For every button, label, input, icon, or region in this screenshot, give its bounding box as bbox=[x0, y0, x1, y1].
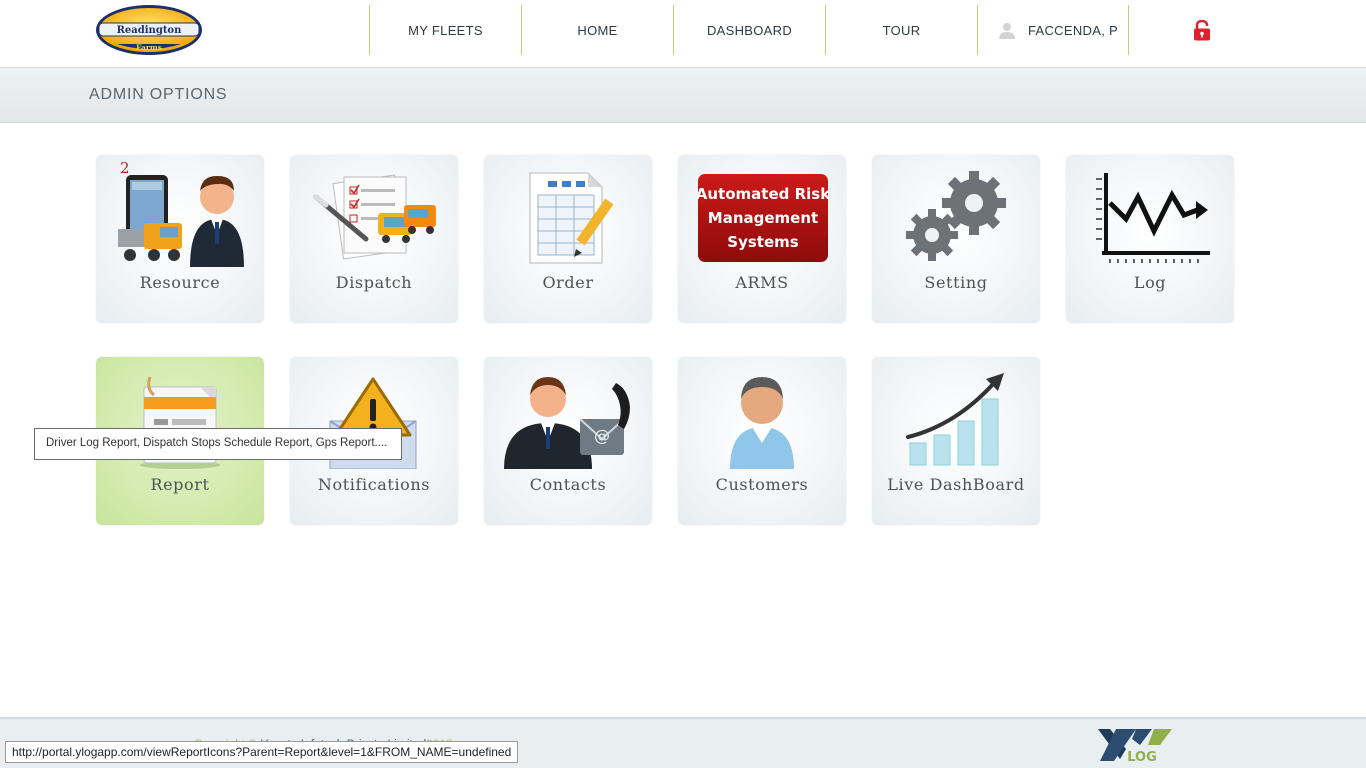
tile-arms[interactable]: Automated Risk Management Systems ARMS bbox=[678, 155, 846, 323]
tile-label-notifications: Notifications bbox=[317, 475, 431, 494]
tile-dispatch[interactable]: Dispatch bbox=[290, 155, 458, 323]
tile-label-log: Log bbox=[1133, 273, 1167, 292]
growth-chart-icon bbox=[906, 373, 1004, 466]
contacts-icon: @ bbox=[504, 377, 630, 469]
tile-label-setting: Setting bbox=[924, 273, 988, 292]
resource-badge: 2 bbox=[120, 159, 130, 177]
dispatch-icon bbox=[313, 174, 436, 260]
admin-options-bar: ADMIN OPTIONS bbox=[0, 67, 1366, 123]
customer-person-icon bbox=[730, 377, 794, 469]
user-avatar-icon bbox=[999, 23, 1015, 39]
main-nav: MY FLEETS HOME DASHBOARD TOUR FACCENDA, … bbox=[369, 5, 1129, 55]
tile-order[interactable]: Order bbox=[484, 155, 652, 323]
order-icon bbox=[529, 172, 614, 264]
tile-resource[interactable]: 2 Resource bbox=[96, 155, 264, 323]
ylog-logo[interactable]: LOG bbox=[1096, 725, 1176, 767]
browser-status-url: http://portal.ylogapp.com/viewReportIcon… bbox=[5, 741, 519, 763]
nav-tour[interactable]: TOUR bbox=[825, 5, 977, 55]
nav-my-fleets[interactable]: MY FLEETS bbox=[369, 5, 521, 55]
log-graph-icon bbox=[1096, 173, 1210, 263]
tile-label-customers: Customers bbox=[715, 475, 809, 494]
nav-user-menu[interactable]: FACCENDA, P bbox=[977, 5, 1129, 55]
tile-label-resource: Resource bbox=[139, 273, 221, 292]
arms-banner-line2: Management bbox=[708, 209, 818, 227]
tile-label-contacts: Contacts bbox=[529, 475, 607, 494]
arms-banner-icon: Automated Risk Management Systems bbox=[696, 174, 831, 262]
tile-label-live-dashboard: Live DashBoard bbox=[887, 475, 1025, 494]
ylog-logo-text: LOG bbox=[1127, 750, 1157, 765]
resource-icon bbox=[118, 175, 244, 267]
logo-text-line1: Readington bbox=[117, 25, 182, 36]
readington-farms-logo[interactable]: Readington Farms bbox=[95, 4, 203, 56]
svg-text:@: @ bbox=[594, 426, 610, 445]
tile-label-order: Order bbox=[542, 273, 594, 292]
header: Readington Farms MY FLEETS HOME DASHBOAR… bbox=[0, 0, 1366, 67]
report-tooltip: Driver Log Report, Dispatch Stops Schedu… bbox=[34, 428, 402, 460]
page: Readington Farms MY FLEETS HOME DASHBOAR… bbox=[0, 0, 1366, 768]
user-name: FACCENDA, P bbox=[1028, 22, 1118, 38]
logout-lock-icon[interactable] bbox=[1193, 20, 1211, 41]
tile-label-report: Report bbox=[150, 475, 210, 494]
arms-banner-line1: Automated Risk bbox=[696, 185, 831, 203]
tile-live-dashboard[interactable]: Live DashBoard bbox=[872, 357, 1040, 525]
nav-home[interactable]: HOME bbox=[521, 5, 673, 55]
tile-setting[interactable]: Setting bbox=[872, 155, 1040, 323]
tile-customers[interactable]: Customers bbox=[678, 357, 846, 525]
arms-banner-line3: Systems bbox=[727, 233, 798, 251]
tile-label-arms: ARMS bbox=[735, 273, 789, 292]
logo-text-line2: Farms bbox=[136, 43, 162, 52]
gears-icon bbox=[906, 171, 1006, 261]
tile-contacts[interactable]: @ Contacts bbox=[484, 357, 652, 525]
tile-log[interactable]: Log bbox=[1066, 155, 1234, 323]
page-title: ADMIN OPTIONS bbox=[89, 86, 228, 103]
tile-label-dispatch: Dispatch bbox=[335, 273, 413, 292]
nav-dashboard[interactable]: DASHBOARD bbox=[673, 5, 825, 55]
